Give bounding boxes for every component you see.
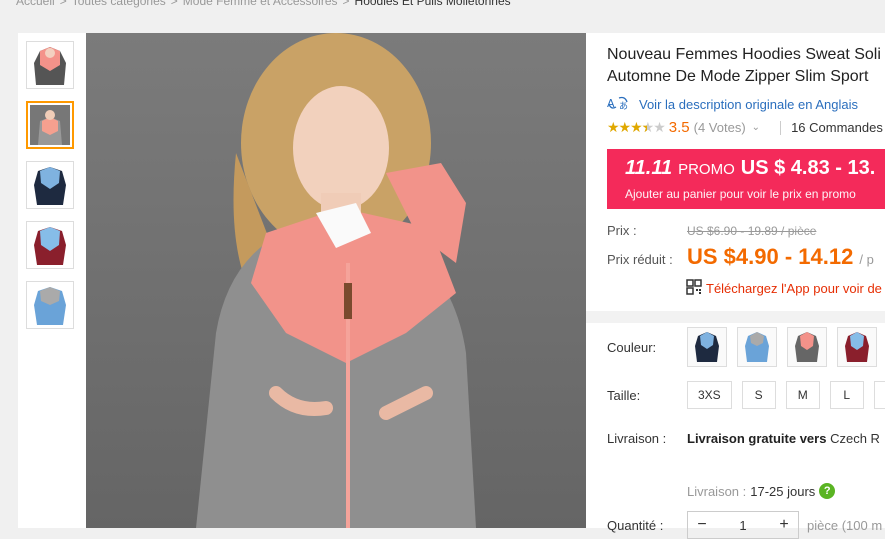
translate-icon: Aあ (607, 95, 629, 114)
color-label: Couleur: (607, 339, 657, 355)
size-option-3xs[interactable]: 3XS (687, 381, 732, 409)
color-swatch-1[interactable] (687, 327, 727, 367)
promo-tag: PROMO (678, 161, 735, 178)
promo-note: Ajouter au panier pour voir le prix en p… (625, 187, 856, 201)
color-swatch-2[interactable] (737, 327, 777, 367)
quantity-row: Quantité : − 1 + pièce (100 m (607, 511, 882, 539)
delivery-row: Livraison : 17-25 jours ? (687, 483, 836, 499)
price-block: Prix : US $6.90 - 19.89 / pièce Prix réd… (607, 223, 874, 270)
help-icon[interactable]: ? (819, 483, 836, 499)
size-row: Taille: 3XS S M L XL (607, 381, 885, 409)
section-divider (586, 311, 885, 323)
quantity-input[interactable]: 1 (716, 518, 770, 533)
color-swatch-3[interactable] (787, 327, 827, 367)
main-product-image[interactable] (86, 33, 586, 528)
original-price: US $6.90 - 19.89 / pièce (687, 224, 817, 238)
shipping-label: Livraison : (607, 431, 667, 446)
size-label: Taille: (607, 387, 641, 403)
svg-text:あ: あ (619, 101, 628, 111)
thumbnail-5[interactable] (26, 281, 74, 329)
breadcrumb-women-fashion[interactable]: Mode Femme et Accessoires (183, 0, 338, 8)
shipping-value: Livraison gratuite vers (687, 431, 827, 446)
reduced-price: US $4.90 - 14.12 (687, 244, 854, 269)
translate-link[interactable]: Aあ Voir la description originale en Angl… (607, 95, 858, 114)
promo-price: US $ 4.83 - 13. (740, 157, 876, 179)
quantity-note: pièce (100 m (807, 517, 883, 533)
delivery-days: 17-25 jours (750, 483, 816, 499)
order-count: 16 Commandes (791, 120, 883, 135)
rating-votes[interactable]: (4 Votes) (694, 120, 746, 135)
rating-score: 3.5 (668, 119, 690, 136)
breadcrumb-all-categories[interactable]: Toutes catégories (72, 0, 166, 8)
minus-icon[interactable]: − (688, 516, 716, 534)
quantity-stepper: − 1 + (687, 511, 799, 539)
price-unit: / p (859, 252, 874, 267)
thumbnail-3[interactable] (26, 161, 74, 209)
product-info-panel: Nouveau Femmes Hoodies Sweat Soli Automn… (586, 33, 885, 539)
thumbnail-4[interactable] (26, 221, 74, 269)
thumbnail-2[interactable] (26, 101, 74, 149)
shipping-destination[interactable]: Czech R (830, 431, 880, 446)
breadcrumb-hoodies[interactable]: Hoodies Et Pulls Molletonnés (355, 0, 511, 8)
reduced-price-label: Prix réduit : (607, 252, 673, 267)
promo-banner: 11.11 PROMO US $ 4.83 - 13. Ajouter au p… (607, 149, 885, 209)
quantity-label: Quantité : (607, 517, 664, 533)
delivery-label: Livraison : (687, 483, 747, 499)
info-top-section: Nouveau Femmes Hoodies Sweat Soli Automn… (586, 33, 885, 311)
size-option-xl[interactable]: XL (873, 381, 885, 409)
chevron-down-icon[interactable]: ⌄ (752, 122, 760, 133)
breadcrumb-home[interactable]: Accueil (16, 0, 55, 8)
thumbnail-1[interactable] (26, 41, 74, 89)
app-download-link[interactable]: Téléchargez l'App pour voir de (686, 279, 882, 298)
rating-row: ★★★★★★ 3.5 (4 Votes) ⌄ 16 Commandes (607, 119, 883, 136)
product-gallery (18, 33, 586, 528)
options-section: Couleur: Taille: 3XS S M L XL Livraison … (586, 323, 885, 539)
color-row: Couleur: (607, 327, 885, 367)
shipping-row: Livraison : Livraison gratuite vers Czec… (607, 431, 880, 446)
size-option-l[interactable]: L (829, 381, 864, 409)
breadcrumb: Accueil > Toutes catégories > Mode Femme et … (16, 0, 511, 8)
plus-icon[interactable]: + (770, 516, 798, 534)
thumbnail-list (26, 41, 78, 341)
rating-stars: ★★★★★★ (607, 119, 666, 135)
size-option-m[interactable]: M (785, 381, 820, 409)
size-option-s[interactable]: S (741, 381, 776, 409)
rating-divider (780, 120, 782, 135)
qr-code-icon (686, 279, 702, 298)
product-title: Nouveau Femmes Hoodies Sweat Soli Automn… (607, 46, 881, 85)
color-swatch-4[interactable] (837, 327, 877, 367)
price-label: Prix : (607, 223, 637, 238)
promo-badge: 11.11 (625, 157, 673, 179)
